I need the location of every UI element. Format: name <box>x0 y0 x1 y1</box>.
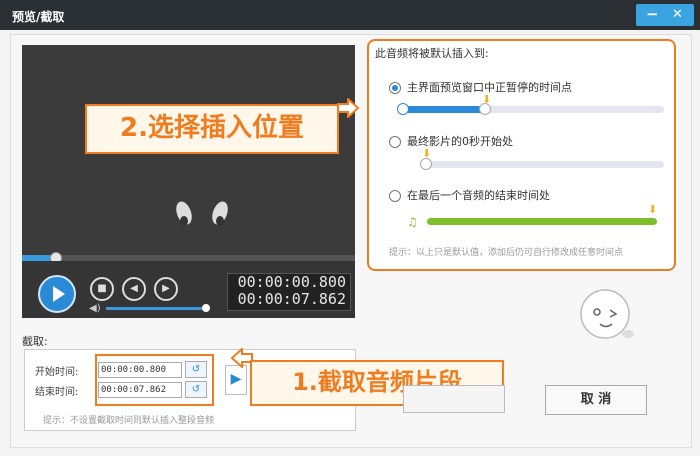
time-display: 00:00:00.800 00:00:07.862 <box>227 273 351 311</box>
option-last-audio-end[interactable]: 在最后一个音频的结束时间处 <box>389 187 550 203</box>
confirm-button[interactable] <box>403 385 505 413</box>
option-label: 在最后一个音频的结束时间处 <box>407 189 550 202</box>
timeline-paused[interactable] <box>397 103 664 115</box>
radio-paused-point[interactable] <box>389 82 401 94</box>
window-title: 预览/截取 <box>12 10 65 24</box>
volume-icon[interactable]: ◀) <box>89 303 101 314</box>
preview-graphic <box>176 201 228 226</box>
volume-slider[interactable] <box>106 304 210 312</box>
volume-fill <box>106 307 201 310</box>
option-film-start[interactable]: 最终影片的0秒开始处 <box>389 133 513 149</box>
insert-hint: 提示：以上只是默认值，添加后仍可自行修改成任意时间点 <box>389 248 624 258</box>
mascot-illustration <box>580 289 634 339</box>
dialog-window: 预览/截取 − ✕ ⌄ ■ ◀ ▶ ◀) 00:00:00.800 <box>0 0 700 456</box>
play-button[interactable] <box>38 275 76 313</box>
prev-frame-button[interactable]: ◀ <box>122 277 146 301</box>
play-icon <box>53 286 65 302</box>
insert-title: 此音频将被默认插入到: <box>375 47 489 60</box>
timeline-handle[interactable] <box>420 158 432 170</box>
insert-position-panel: 此音频将被默认插入到: 主界面预览窗口中正暂停的时间点 ⬇ 最终影片的0秒开始处… <box>367 39 676 271</box>
volume-handle[interactable] <box>202 304 210 312</box>
clip-section-label: 截取: <box>22 335 48 348</box>
timeline-start-knob <box>397 103 409 115</box>
preview-clip-button[interactable]: ▶ <box>225 365 247 395</box>
arrow-right-icon <box>337 98 360 118</box>
music-note-icon: ♫ <box>407 215 418 229</box>
radio-last-audio-end[interactable] <box>389 190 401 202</box>
start-time-label: 开始时间: <box>35 367 79 378</box>
minimize-button[interactable]: − <box>646 5 659 23</box>
timeline-handle[interactable] <box>479 103 491 115</box>
clip-hint: 提示：不设置截取时间则默认插入整段音频 <box>43 416 215 426</box>
timeline-last-audio <box>427 218 657 225</box>
next-frame-button[interactable]: ▶ <box>154 277 178 301</box>
clip-fields-highlight <box>95 354 214 406</box>
cancel-button[interactable]: 取 消 <box>545 385 647 415</box>
current-time: 00:00:00.800 <box>237 273 346 291</box>
stop-button[interactable]: ■ <box>90 277 114 301</box>
title-bar: 预览/截取 − ✕ <box>0 0 700 30</box>
insert-marker-icon: ⬇ <box>648 203 658 216</box>
option-paused-point[interactable]: 主界面预览窗口中正暂停的时间点 <box>389 79 572 95</box>
end-time-label: 结束时间: <box>35 387 79 398</box>
window-controls: − ✕ <box>636 4 694 26</box>
timeline-fill <box>399 106 484 113</box>
radio-film-start[interactable] <box>389 136 401 148</box>
close-button[interactable]: ✕ <box>672 7 683 22</box>
total-time: 00:00:07.862 <box>237 290 346 308</box>
callout-step2: 2.选择插入位置 <box>85 104 339 154</box>
player-controls: ■ ◀ ▶ ◀) 00:00:00.800 00:00:07.862 <box>22 261 355 318</box>
timeline-film-start[interactable] <box>420 158 664 170</box>
